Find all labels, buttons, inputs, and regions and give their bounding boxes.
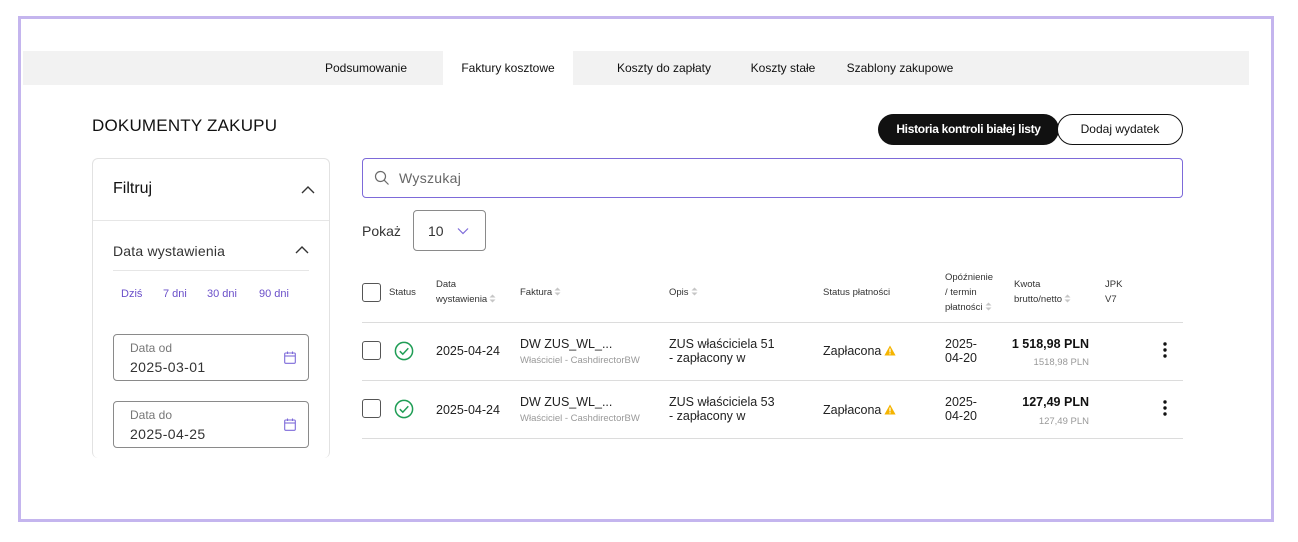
sort-icon <box>985 302 991 311</box>
filter-panel: Filtruj Data wystawienia Dziś 7 dni 30 d… <box>92 158 330 458</box>
date-to-label: Data do <box>130 408 173 422</box>
row-issue-date: 2025-04-24 <box>436 403 500 417</box>
warning-icon[interactable] <box>884 345 896 356</box>
quick-range-7-days[interactable]: 7 dni <box>163 288 187 300</box>
row-description-line1: ZUS właściciela 51 <box>669 337 775 351</box>
row-amount-net: 127,49 PLN <box>1038 416 1089 427</box>
row-checkbox[interactable] <box>362 341 381 360</box>
row-due-line2: 04-20 <box>945 351 977 365</box>
sort-icon <box>489 294 496 303</box>
header-status: Status <box>389 287 416 298</box>
date-to-value[interactable]: 2025-04-25 <box>130 426 206 442</box>
header-amount-line1: Kwota <box>1014 279 1041 290</box>
row-invoice-number[interactable]: DW ZUS_WL_... <box>520 395 612 409</box>
page-title: DOKUMENTY ZAKUPU <box>92 116 278 135</box>
header-issue-date-line1: Data <box>436 279 457 290</box>
header-delay-line3: płatności <box>945 300 993 315</box>
chevron-up-icon[interactable] <box>301 185 315 195</box>
warning-icon[interactable] <box>884 404 896 415</box>
row-divider <box>362 438 1183 439</box>
date-from-value[interactable]: 2025-03-01 <box>130 359 206 375</box>
header-jpk-line1: JPK <box>1105 279 1123 290</box>
payment-status-text: Zapłacona <box>823 344 882 358</box>
header-issue-date-line2: wystawienia <box>436 292 496 307</box>
tab-costs-to-pay[interactable]: Koszty do zapłaty <box>599 51 729 85</box>
check-circle-icon <box>394 399 414 419</box>
app-frame: Podsumowanie Faktury kosztowe Koszty do … <box>18 16 1274 522</box>
sort-icon <box>1064 294 1071 303</box>
select-all-checkbox[interactable] <box>362 283 381 302</box>
whitelist-history-button[interactable]: Historia kontroli białej listy <box>878 114 1059 145</box>
issue-date-section-title[interactable]: Data wystawienia <box>113 243 225 259</box>
header-jpk: JPK V7 <box>1105 277 1122 307</box>
row-divider <box>362 380 1183 381</box>
tab-purchase-templates[interactable]: Szablony zakupowe <box>835 51 965 85</box>
payment-status-text: Zapłacona <box>823 403 882 417</box>
search-icon <box>374 170 389 185</box>
tab-bar: Podsumowanie Faktury kosztowe Koszty do … <box>23 51 1249 85</box>
row-payment-status: Zapłacona <box>823 403 896 417</box>
chevron-up-icon[interactable] <box>295 245 309 255</box>
filter-header[interactable]: Filtruj <box>93 159 329 221</box>
row-description-line2: - zapłacony w <box>669 351 746 365</box>
row-description-line2: - zapłacony w <box>669 409 746 423</box>
sort-icon <box>554 287 561 296</box>
calendar-icon[interactable] <box>284 418 296 431</box>
header-jpk-line2: V7 <box>1105 294 1117 305</box>
search-box[interactable] <box>362 158 1183 198</box>
date-to-field[interactable]: Data do 2025-04-25 <box>113 401 309 448</box>
calendar-icon[interactable] <box>284 351 296 364</box>
quick-range-today[interactable]: Dziś <box>121 288 142 300</box>
row-description-line1: ZUS właściciela 53 <box>669 395 775 409</box>
row-invoice-number[interactable]: DW ZUS_WL_... <box>520 337 612 351</box>
header-delay-line2: / termin <box>945 287 977 298</box>
header-amount[interactable]: Kwota brutto/netto <box>1014 277 1071 307</box>
quick-range-30-days[interactable]: 30 dni <box>207 288 237 300</box>
date-from-field[interactable]: Data od 2025-03-01 <box>113 334 309 381</box>
header-issue-date[interactable]: Data wystawienia <box>436 277 496 307</box>
header-amount-text: brutto/netto <box>1014 294 1063 305</box>
tab-summary[interactable]: Podsumowanie <box>311 51 421 85</box>
check-circle-icon <box>394 341 414 361</box>
page-size-select[interactable]: 10 <box>413 210 486 251</box>
header-issue-date-text: wystawienia <box>436 294 488 305</box>
tab-fixed-costs[interactable]: Koszty stałe <box>733 51 833 85</box>
header-delay-line1: Opóźnienie <box>945 272 994 283</box>
tab-cost-invoices[interactable]: Faktury kosztowe <box>443 51 573 85</box>
header-payment-status: Status płatności <box>823 287 891 298</box>
page-size-value: 10 <box>428 223 444 239</box>
row-amount-gross: 1 518,98 PLN <box>1011 337 1089 351</box>
filter-title: Filtruj <box>113 180 153 197</box>
row-invoice-source: Właściciel - CashdirectorBW <box>520 355 640 366</box>
row-issue-date: 2025-04-24 <box>436 344 500 358</box>
chevron-down-icon <box>457 228 469 235</box>
search-input[interactable] <box>399 168 1159 188</box>
row-payment-status: Zapłacona <box>823 344 896 358</box>
header-delay-due[interactable]: Opóźnienie / termin płatności <box>945 270 993 315</box>
row-due-line1: 2025- <box>945 337 977 351</box>
header-invoice[interactable]: Faktura <box>520 285 561 300</box>
quick-range-90-days[interactable]: 90 dni <box>259 288 289 300</box>
header-invoice-text: Faktura <box>520 287 553 298</box>
date-from-label: Data od <box>130 341 173 355</box>
more-options-icon[interactable] <box>1163 400 1167 416</box>
table-header-divider <box>362 322 1183 323</box>
add-expense-button[interactable]: Dodaj wydatek <box>1057 114 1183 145</box>
header-description[interactable]: Opis <box>669 285 698 300</box>
divider <box>113 270 309 271</box>
row-due-line1: 2025- <box>945 395 977 409</box>
row-checkbox[interactable] <box>362 399 381 418</box>
more-options-icon[interactable] <box>1163 342 1167 358</box>
sort-icon <box>691 287 698 296</box>
header-amount-line2: brutto/netto <box>1014 292 1071 307</box>
page-size-label: Pokaż <box>362 223 401 239</box>
header-description-text: Opis <box>669 287 689 298</box>
row-due-line2: 04-20 <box>945 409 977 423</box>
row-amount-net: 1518,98 PLN <box>1033 357 1089 368</box>
row-invoice-source: Właściciel - CashdirectorBW <box>520 413 640 424</box>
header-delay-text: płatności <box>945 302 983 313</box>
row-amount-gross: 127,49 PLN <box>1022 395 1089 409</box>
